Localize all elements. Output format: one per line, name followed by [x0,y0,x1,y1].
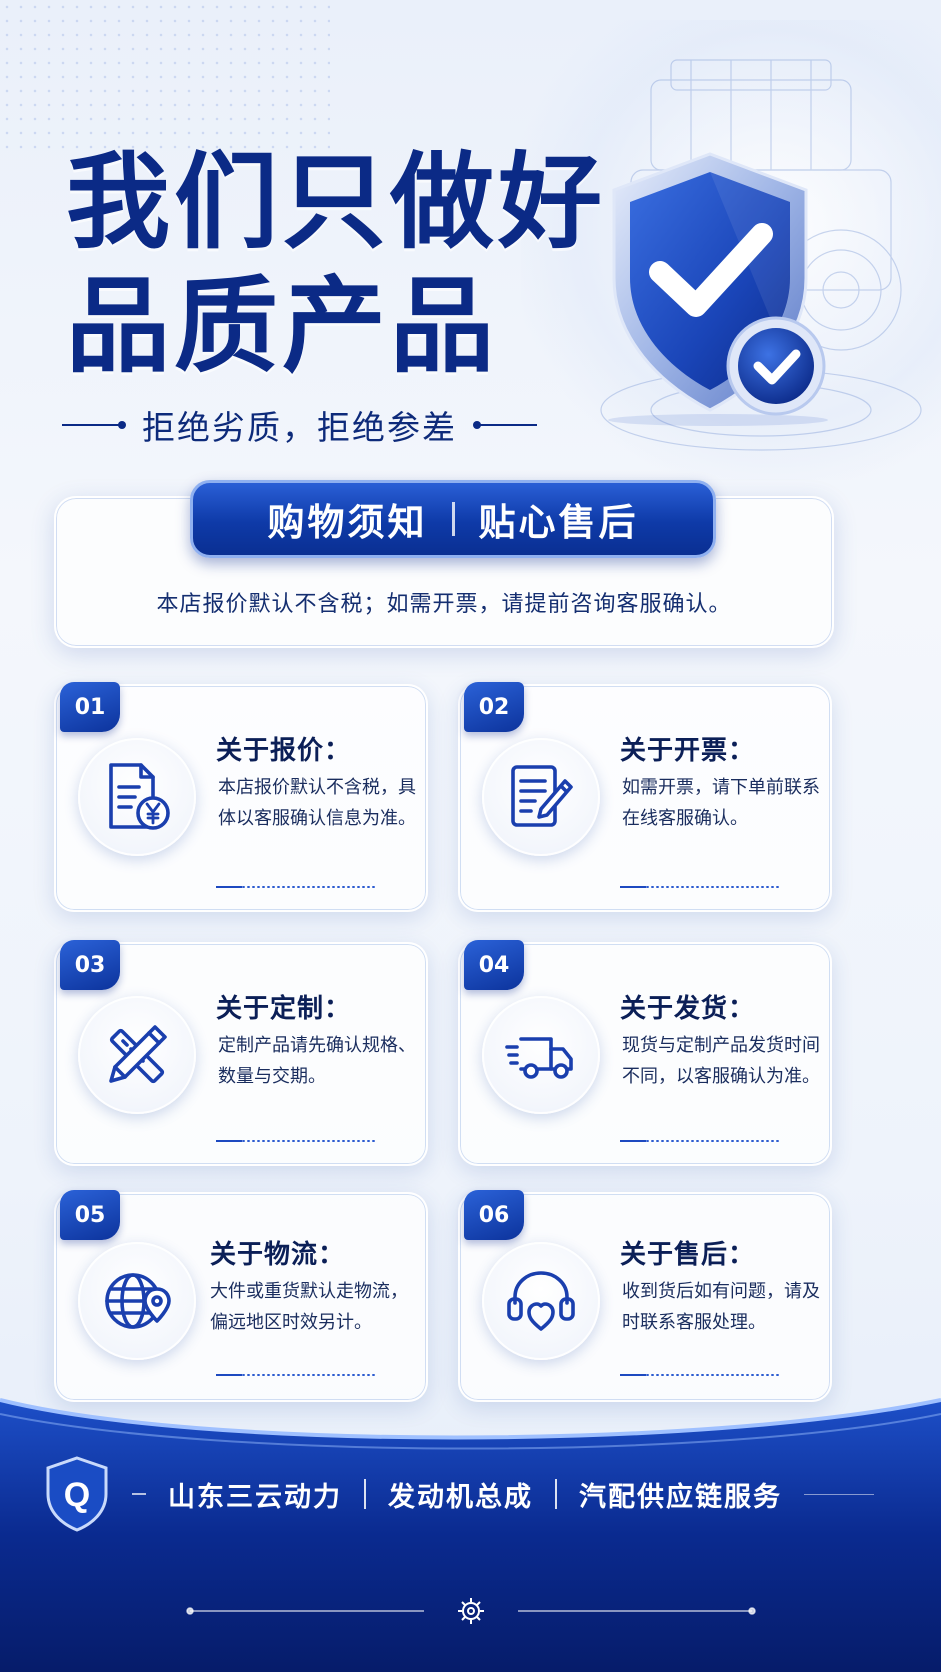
footer-gear-divider [186,1598,756,1624]
info-card-quote: 01 关于报价： 本店报价默认不含税，具体以客服确认信息为准。 [54,682,428,912]
card-number-badge: 03 [60,940,120,990]
card-number-badge: 06 [464,1190,524,1240]
card-number-badge: 02 [464,682,524,732]
quote-document-yen-icon [78,738,196,856]
title-line-2: 品质产品 [66,265,499,387]
dot-grid-decoration [0,0,330,150]
card-dotted-divider [620,886,780,888]
notice-banner-divider [451,502,455,536]
title-line-1: 我们只做好 [66,141,607,263]
subtitle-text: 拒绝劣质，拒绝参差 [142,408,457,447]
card-body: 大件或重货默认走物流，偏远地区时效另计。 [210,1281,408,1333]
footer-dash [132,1493,146,1495]
footer-tag-supply: 汽配供应链服务 [579,1481,782,1513]
footer-divider [555,1479,557,1509]
card-dotted-divider [620,1140,780,1142]
card-body: 现货与定制产品发货时间不同，以客服确认为准。 [622,1035,820,1087]
card-number-badge: 05 [60,1190,120,1240]
card-title: 关于定制： [216,994,352,1024]
footer-tail-line [804,1493,874,1495]
brand-logo-letter: Q [64,1476,90,1514]
card-title: 关于售后： [620,1240,756,1270]
footer-tag-engine: 发动机总成 [388,1481,533,1513]
headset-heart-icon [482,1242,600,1360]
subtitle-row: 拒绝劣质，拒绝参差 [62,400,582,450]
card-body: 收到货后如有问题，请及时联系客服处理。 [622,1281,820,1333]
globe-location-icon [78,1242,196,1360]
card-number-badge: 01 [60,682,120,732]
footer-tag-company: 山东三云动力 [168,1481,342,1513]
card-body: 本店报价默认不含税，具体以客服确认信息为准。 [218,777,416,829]
footer-divider [364,1479,366,1509]
subtitle-left-line [62,421,126,429]
info-card-invoice: 02 关于开票： 如需开票，请下单前联系在线客服确认。 [458,682,832,912]
card-number-badge: 04 [464,940,524,990]
invoice-pen-icon [482,738,600,856]
ruler-pencil-icon [78,996,196,1114]
card-title: 关于报价： [216,736,352,766]
info-card-shipping: 04 关于发货： 现货与定制产品发货时间不同，以客服确认为准。 [458,940,832,1166]
gear-icon [458,1598,484,1624]
card-dotted-divider [216,1140,376,1142]
notice-banner: 购物须知 贴心售后 [190,480,716,558]
card-dotted-divider [216,886,376,888]
shield-check-icon [608,152,828,426]
footer-tagline: 山东三云动力 发动机总成 汽配供应链服务 [132,1472,922,1516]
delivery-truck-icon [482,996,600,1114]
info-card-custom: 03 关于定制： 定制产品请先确认规格、数量与交期。 [54,940,428,1166]
brand-logo-shield: Q [46,1456,108,1532]
subtitle-right-line [473,421,537,429]
card-title: 关于物流： [210,1240,346,1270]
page-title: 我们只做好 品质产品 [66,140,606,388]
card-title: 关于开票： [620,736,756,766]
card-body: 定制产品请先确认规格、数量与交期。 [218,1035,416,1087]
card-body: 如需开票，请下单前联系在线客服确认。 [622,777,820,829]
notice-banner-left: 购物须知 [267,501,428,544]
card-title: 关于发货： [620,994,756,1024]
notice-text: 本店报价默认不含税；如需开票，请提前咨询客服确认。 [156,592,732,617]
notice-banner-right: 贴心售后 [478,501,639,544]
